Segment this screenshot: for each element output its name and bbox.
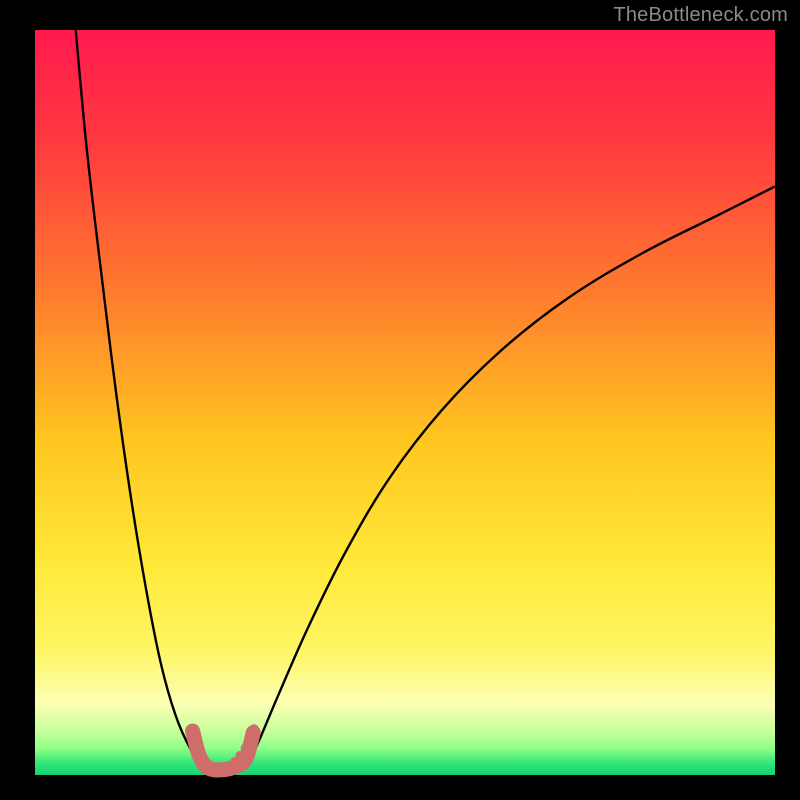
valley-dot-1 [235,751,244,760]
plot-gradient-background [35,30,775,775]
chart-svg [0,0,800,800]
valley-dot-2 [241,744,250,753]
chart-stage: TheBottleneck.com [0,0,800,800]
watermark-text: TheBottleneck.com [613,4,788,27]
valley-dot-3 [245,735,254,744]
valley-dot-4 [249,724,258,733]
